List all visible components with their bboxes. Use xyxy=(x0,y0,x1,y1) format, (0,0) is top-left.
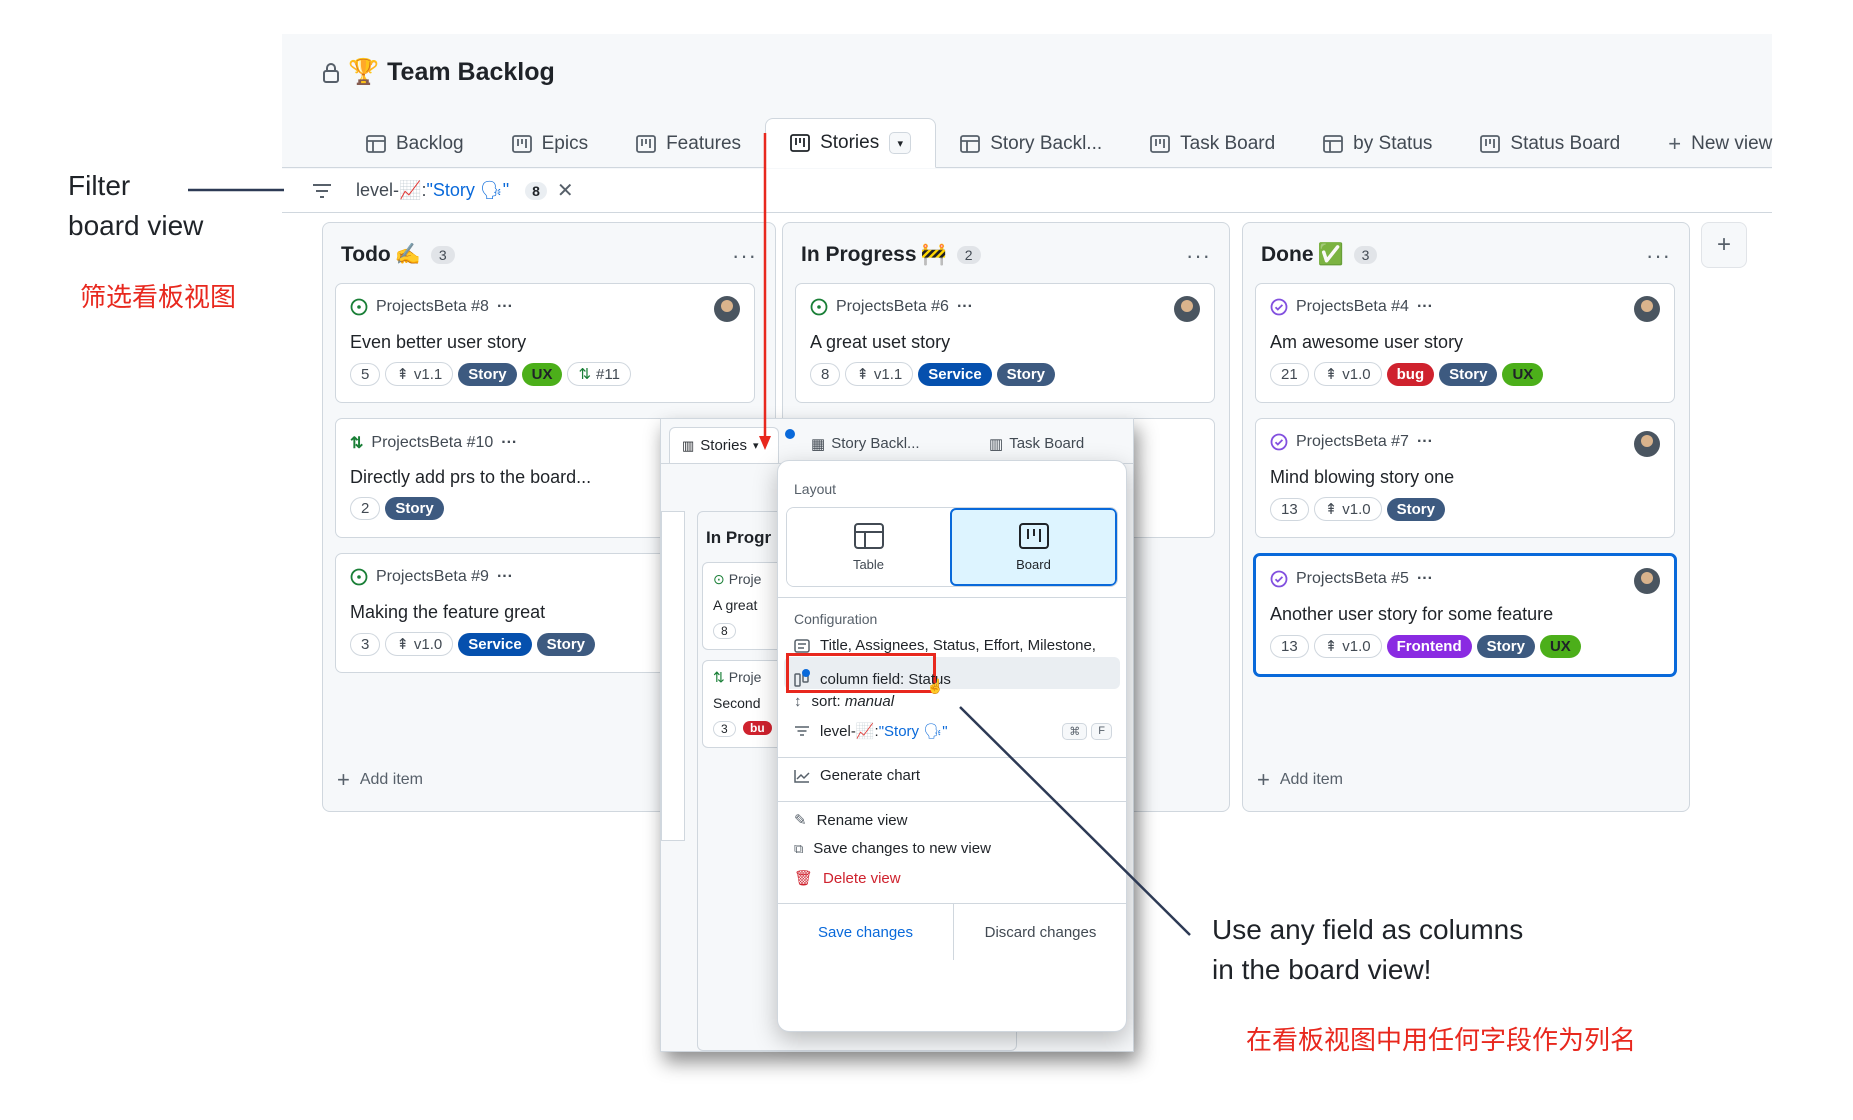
annotation-lines xyxy=(188,133,1191,936)
annotation-columns-zh: 在看板视图中用任何字段作为列名 xyxy=(1246,1025,1637,1055)
annotation-columns: Use any field as columns in the board vi… xyxy=(1212,910,1523,990)
annotation-filter-zh: 筛选看板视图 xyxy=(80,282,237,312)
annotation-columns-line2: in the board view! xyxy=(1212,954,1432,985)
annotation-filter-line2: board view xyxy=(68,210,204,241)
annotation-filter: Filter board view xyxy=(68,166,203,246)
column-pointer-line xyxy=(959,706,1191,936)
red-arrow-head xyxy=(759,436,771,450)
annotation-columns-line1: Use any field as columns xyxy=(1212,914,1524,945)
annotation-filter-line1: Filter xyxy=(68,170,131,201)
